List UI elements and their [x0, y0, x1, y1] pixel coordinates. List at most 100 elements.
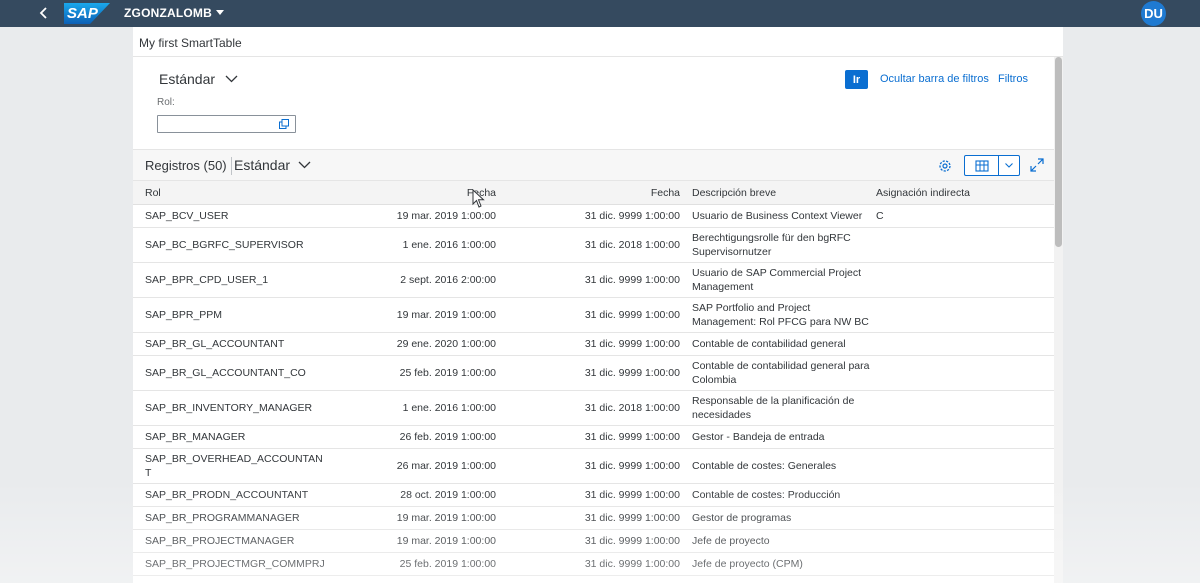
cell-fecha-2: 31 dic. 9999 1:00:00 [584, 489, 680, 501]
table-row[interactable]: SAP_BR_GL_ACCOUNTANT 29 ene. 2020 1:00:0… [133, 333, 1054, 356]
cell-descripcion: Contable de costes: Generales [692, 460, 837, 472]
cell-fecha-2: 31 dic. 9999 1:00:00 [584, 309, 680, 321]
filterbar-variant-selector[interactable]: Estándar [159, 71, 238, 87]
chevron-down-icon [225, 75, 238, 83]
records-count: Registros (50) [145, 158, 227, 173]
sap-logo[interactable]: SAP [64, 3, 110, 24]
cell-rol: SAP_BR_MANAGER [145, 431, 246, 443]
cell-fecha-1: 1 ene. 2016 1:00:00 [402, 239, 496, 251]
cell-fecha-2: 31 dic. 9999 1:00:00 [584, 431, 680, 443]
cell-fecha-2: 31 dic. 9999 1:00:00 [584, 274, 680, 286]
user-menu[interactable]: ZGONZALOMB [124, 4, 224, 22]
column-header-asignacion[interactable]: Asignación indirecta [876, 187, 970, 199]
cell-fecha-1: 28 oct. 2019 1:00:00 [400, 489, 496, 501]
cell-fecha-1: 29 ene. 2020 1:00:00 [396, 338, 496, 350]
column-header-rol[interactable]: Rol [145, 187, 161, 199]
avatar[interactable]: DU [1141, 1, 1166, 26]
chevron-down-icon [298, 161, 311, 169]
background-left [0, 27, 133, 583]
go-button[interactable]: Ir [845, 70, 868, 89]
role-filter-input[interactable] [157, 115, 296, 133]
hide-filterbar-button[interactable]: Ocultar barra de filtros [880, 73, 989, 85]
cell-rol: SAP_BPR_CPD_USER_1 [145, 274, 269, 286]
column-header-fecha-1[interactable]: Fecha [467, 187, 496, 199]
vertical-scrollbar[interactable] [1054, 57, 1063, 583]
smart-table-page: My first SmartTable Estándar Ir Ocultar … [133, 27, 1063, 583]
cell-descripcion: Contable de contabilidad general [692, 338, 846, 350]
cell-fecha-1: 25 feb. 2019 1:00:00 [399, 367, 496, 379]
caret-down-icon [216, 10, 224, 15]
cell-descripcion: Contable de contabilidad general para Co… [692, 360, 870, 386]
cell-descripcion: SAP Portfolio and Project Management: Ro… [692, 302, 869, 328]
cell-fecha-2: 31 dic. 9999 1:00:00 [584, 210, 680, 222]
page-title: My first SmartTable [139, 36, 242, 50]
table-toolbar: Registros (50) Estándar [133, 149, 1054, 181]
chevron-down-icon [1005, 163, 1013, 168]
table-row[interactable]: SAP_BR_PROJECTMANAGER 19 mar. 2019 1:00:… [133, 530, 1054, 553]
cell-rol: SAP_BC_BGRFC_SUPERVISOR [145, 239, 304, 251]
cell-rol: SAP_BR_INVENTORY_MANAGER [145, 402, 313, 414]
table-variant-selector[interactable]: Estándar [234, 157, 311, 173]
column-header-descripcion[interactable]: Descripción breve [692, 187, 776, 199]
cell-asignacion: C [876, 210, 884, 222]
table-row[interactable]: SAP_BR_PROJECTMGR_COMMPRJ 25 feb. 2019 1… [133, 553, 1054, 576]
shell-bar: SAP ZGONZALOMB DU [0, 0, 1200, 27]
cell-rol: SAP_BR_PRODN_ACCOUNTANT [145, 489, 309, 501]
cell-fecha-2: 31 dic. 9999 1:00:00 [584, 558, 680, 570]
table-row[interactable]: SAP_BPR_PPM 19 mar. 2019 1:00:00 31 dic.… [133, 298, 1054, 333]
table-row[interactable]: SAP_BR_INVENTORY_MANAGER 1 ene. 2016 1:0… [133, 391, 1054, 426]
cell-descripcion: Jefe de proyecto (CPM) [692, 558, 803, 570]
cell-fecha-2: 31 dic. 9999 1:00:00 [584, 512, 680, 524]
cell-descripcion: Jefe de proyecto [692, 535, 770, 547]
table-row[interactable]: SAP_BR_GL_ACCOUNTANT_CO 25 feb. 2019 1:0… [133, 356, 1054, 391]
table-row[interactable]: SAP_BCV_USER 19 mar. 2019 1:00:00 31 dic… [133, 205, 1054, 228]
cell-fecha-1: 2 sept. 2016 2:00:00 [400, 274, 496, 286]
cell-fecha-1: 19 mar. 2019 1:00:00 [396, 512, 496, 524]
scrollbar-thumb[interactable] [1055, 57, 1062, 247]
filters-button[interactable]: Filtros [998, 73, 1028, 85]
export-button[interactable] [965, 156, 998, 175]
table-row[interactable]: SAP_BR_MANAGER 26 feb. 2019 1:00:00 31 d… [133, 426, 1054, 449]
cell-fecha-2: 31 dic. 9999 1:00:00 [584, 535, 680, 547]
cell-rol: SAP_BR_PROGRAMMANAGER [145, 512, 300, 524]
table-row[interactable]: SAP_BR_PRODN_ACCOUNTANT 28 oct. 2019 1:0… [133, 484, 1054, 507]
table-row[interactable]: SAP_BPR_CPD_USER_1 2 sept. 2016 2:00:00 … [133, 263, 1054, 298]
column-header-fecha-2[interactable]: Fecha [651, 187, 680, 199]
gear-icon[interactable] [937, 158, 953, 174]
cell-descripcion: Contable de costes: Producción [692, 489, 841, 501]
cell-fecha-1: 26 feb. 2019 1:00:00 [399, 431, 496, 443]
cell-fecha-2: 31 dic. 9999 1:00:00 [584, 367, 680, 379]
cell-rol: SAP_BCV_USER [145, 210, 229, 222]
table-row[interactable]: SAP_BR_PROGRAMMANAGER 19 mar. 2019 1:00:… [133, 507, 1054, 530]
cell-fecha-1: 19 mar. 2019 1:00:00 [396, 535, 496, 547]
cell-descripcion: Gestor - Bandeja de entrada [692, 431, 825, 443]
table-header: Rol Fecha Fecha Descripción breve Asigna… [133, 181, 1054, 205]
export-menu-button[interactable] [998, 156, 1019, 175]
cell-descripcion: Gestor de programas [692, 512, 792, 524]
cell-rol: SAP_BR_OVERHEAD_ACCOUNTAN T [145, 453, 323, 479]
value-help-icon[interactable] [279, 119, 289, 129]
cell-fecha-1: 25 feb. 2019 1:00:00 [399, 558, 496, 570]
spreadsheet-icon [974, 159, 989, 172]
cell-rol: SAP_BR_GL_ACCOUNTANT [145, 338, 285, 350]
cell-descripcion: Responsable de la planificación de neces… [692, 395, 855, 421]
cell-fecha-1: 19 mar. 2019 1:00:00 [396, 309, 496, 321]
cell-descripcion: Berechtigungsrolle für den bgRFC Supervi… [692, 232, 851, 258]
cell-fecha-1: 1 ene. 2016 1:00:00 [402, 402, 496, 414]
fullscreen-icon[interactable] [1030, 158, 1044, 172]
table-row[interactable]: SAP_BC_BGRFC_SUPERVISOR 1 ene. 2016 1:00… [133, 228, 1054, 263]
cell-fecha-1: 19 mar. 2019 1:00:00 [396, 210, 496, 222]
back-button[interactable] [34, 3, 54, 23]
cell-fecha-1: 26 mar. 2019 1:00:00 [396, 460, 496, 472]
cell-fecha-2: 31 dic. 2018 1:00:00 [584, 239, 680, 251]
cell-fecha-2: 31 dic. 9999 1:00:00 [584, 338, 680, 350]
cell-rol: SAP_BPR_PPM [145, 309, 223, 321]
cell-fecha-2: 31 dic. 9999 1:00:00 [584, 460, 680, 472]
export-split-button [964, 155, 1020, 176]
cell-fecha-2: 31 dic. 2018 1:00:00 [584, 402, 680, 414]
cell-descripcion: Usuario de Business Context Viewer [692, 210, 863, 222]
cell-rol: SAP_BR_PROJECTMANAGER [145, 535, 295, 547]
toolbar-separator [231, 157, 232, 175]
background-right [1063, 27, 1200, 583]
table-row[interactable]: SAP_BR_OVERHEAD_ACCOUNTAN T 26 mar. 2019… [133, 449, 1054, 484]
